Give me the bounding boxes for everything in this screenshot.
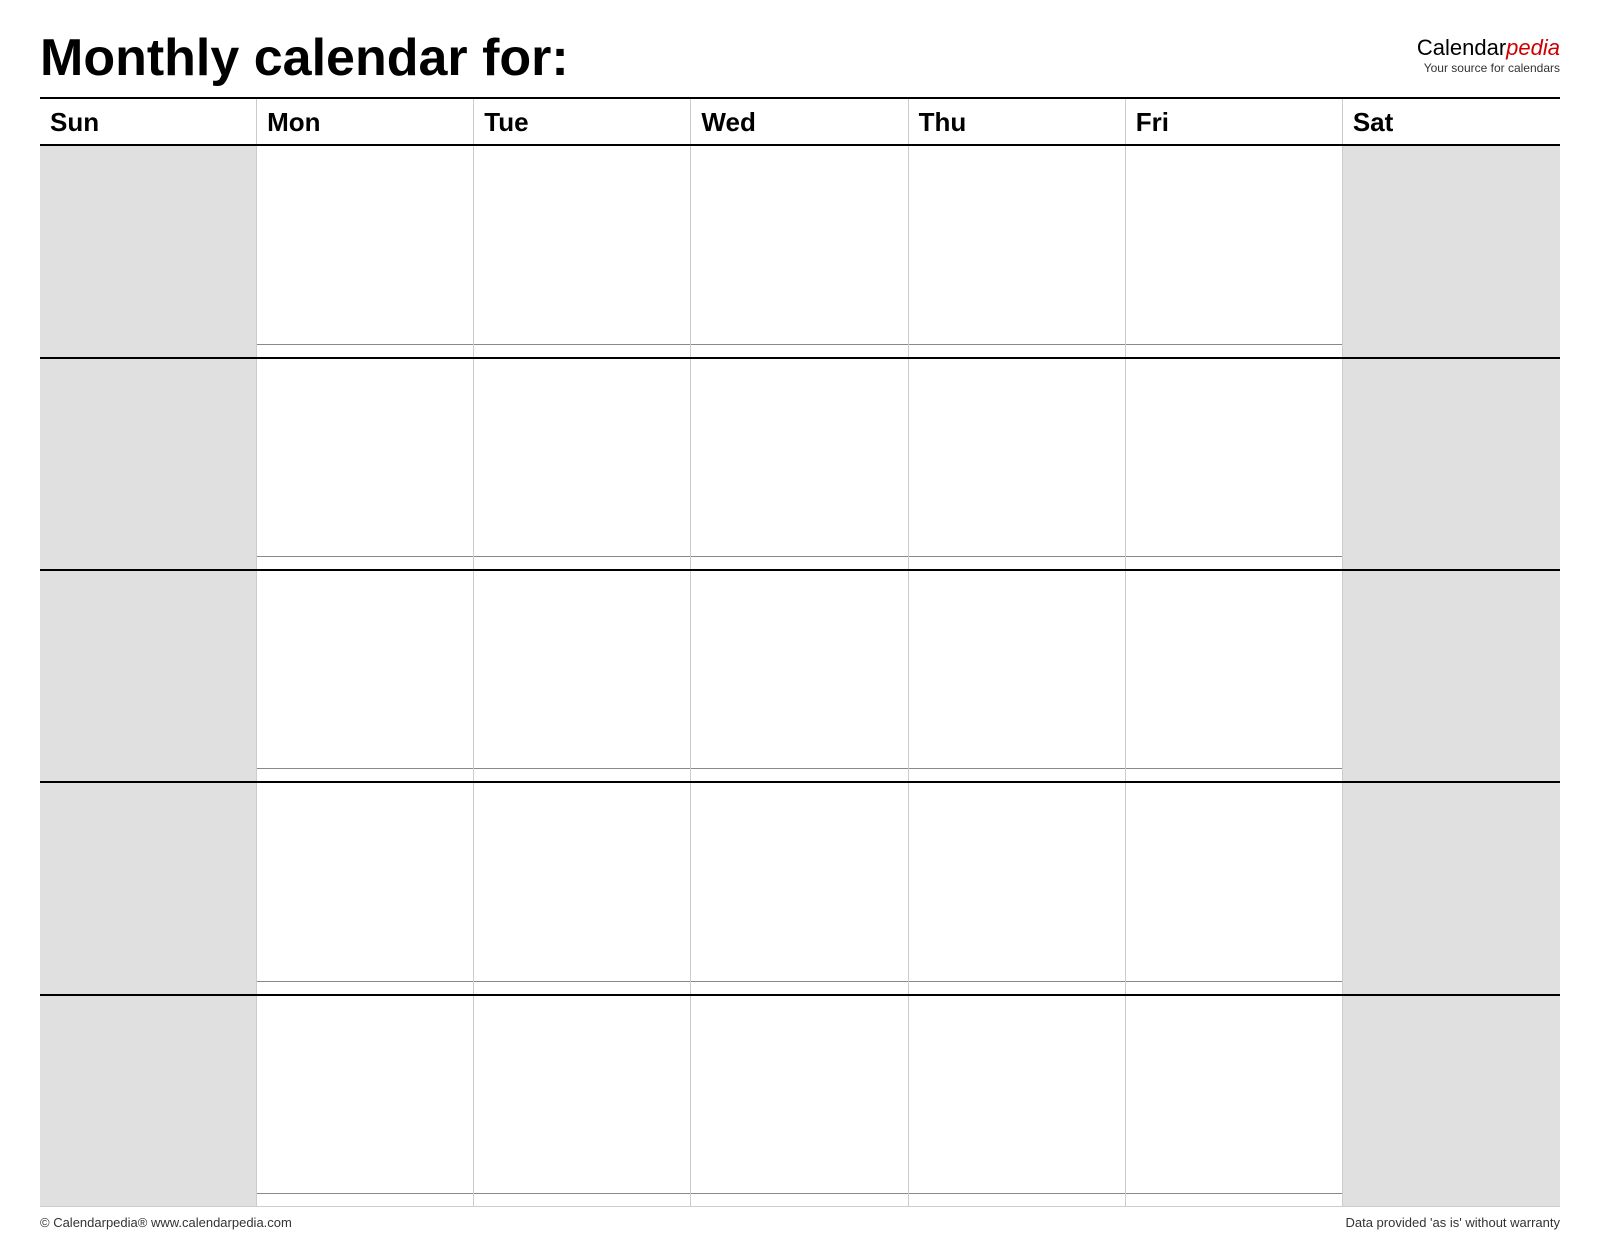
calendar-rows bbox=[40, 146, 1560, 1206]
brand-tagline: Your source for calendars bbox=[1424, 61, 1560, 75]
cell-row2-wed[interactable] bbox=[691, 359, 908, 569]
cell-row1-thu[interactable] bbox=[909, 146, 1126, 356]
day-header-mon: Mon bbox=[257, 99, 474, 144]
cell-row3-fri[interactable] bbox=[1126, 571, 1343, 781]
calendar-row-4 bbox=[40, 783, 1560, 995]
cell-row2-sun[interactable] bbox=[40, 359, 257, 569]
day-headers: Sun Mon Tue Wed Thu Fri Sat bbox=[40, 99, 1560, 146]
cell-row1-sun[interactable] bbox=[40, 146, 257, 356]
footer: © Calendarpedia® www.calendarpedia.com D… bbox=[40, 1206, 1560, 1230]
page: Monthly calendar for: Calendarpedia Your… bbox=[0, 0, 1600, 1250]
day-header-sun: Sun bbox=[40, 99, 257, 144]
cell-row2-fri[interactable] bbox=[1126, 359, 1343, 569]
brand-logo: Calendarpedia Your source for calendars bbox=[1417, 35, 1560, 75]
cell-row4-tue[interactable] bbox=[474, 783, 691, 993]
day-header-thu: Thu bbox=[909, 99, 1126, 144]
calendar-row-3 bbox=[40, 571, 1560, 783]
calendar-row-2 bbox=[40, 359, 1560, 571]
brand-name-part1: Calendar bbox=[1417, 35, 1506, 60]
cell-row4-thu[interactable] bbox=[909, 783, 1126, 993]
cell-row2-tue[interactable] bbox=[474, 359, 691, 569]
cell-row3-wed[interactable] bbox=[691, 571, 908, 781]
brand-name: Calendarpedia bbox=[1417, 35, 1560, 61]
cell-row5-wed[interactable] bbox=[691, 996, 908, 1206]
cell-row3-tue[interactable] bbox=[474, 571, 691, 781]
cell-row5-sat[interactable] bbox=[1343, 996, 1560, 1206]
cell-row4-wed[interactable] bbox=[691, 783, 908, 993]
cell-row2-thu[interactable] bbox=[909, 359, 1126, 569]
footer-disclaimer: Data provided 'as is' without warranty bbox=[1345, 1215, 1560, 1230]
cell-row3-mon[interactable] bbox=[257, 571, 474, 781]
cell-row1-wed[interactable] bbox=[691, 146, 908, 356]
calendar-grid: Sun Mon Tue Wed Thu Fri Sat bbox=[40, 97, 1560, 1206]
header: Monthly calendar for: Calendarpedia Your… bbox=[40, 30, 1560, 87]
day-header-fri: Fri bbox=[1126, 99, 1343, 144]
cell-row2-sat[interactable] bbox=[1343, 359, 1560, 569]
cell-row1-fri[interactable] bbox=[1126, 146, 1343, 356]
cell-row5-thu[interactable] bbox=[909, 996, 1126, 1206]
cell-row5-fri[interactable] bbox=[1126, 996, 1343, 1206]
day-header-wed: Wed bbox=[691, 99, 908, 144]
cell-row4-sat[interactable] bbox=[1343, 783, 1560, 993]
cell-row5-mon[interactable] bbox=[257, 996, 474, 1206]
cell-row4-sun[interactable] bbox=[40, 783, 257, 993]
cell-row1-mon[interactable] bbox=[257, 146, 474, 356]
day-header-sat: Sat bbox=[1343, 99, 1560, 144]
day-header-tue: Tue bbox=[474, 99, 691, 144]
footer-copyright: © Calendarpedia® www.calendarpedia.com bbox=[40, 1215, 292, 1230]
cell-row5-sun[interactable] bbox=[40, 996, 257, 1206]
cell-row3-sat[interactable] bbox=[1343, 571, 1560, 781]
cell-row4-mon[interactable] bbox=[257, 783, 474, 993]
calendar-row-5 bbox=[40, 996, 1560, 1206]
page-title: Monthly calendar for: bbox=[40, 30, 569, 87]
cell-row2-mon[interactable] bbox=[257, 359, 474, 569]
cell-row1-tue[interactable] bbox=[474, 146, 691, 356]
cell-row4-fri[interactable] bbox=[1126, 783, 1343, 993]
cell-row3-thu[interactable] bbox=[909, 571, 1126, 781]
cell-row5-tue[interactable] bbox=[474, 996, 691, 1206]
brand-name-part2: pedia bbox=[1506, 35, 1560, 60]
cell-row3-sun[interactable] bbox=[40, 571, 257, 781]
calendar-row-1 bbox=[40, 146, 1560, 358]
cell-row1-sat[interactable] bbox=[1343, 146, 1560, 356]
